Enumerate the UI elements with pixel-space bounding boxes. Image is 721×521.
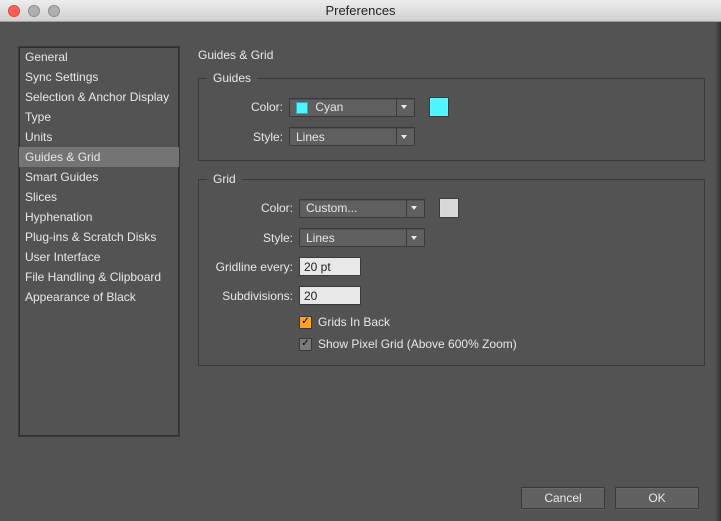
guides-color-value: Cyan [315,100,343,114]
sidebar-item[interactable]: Plug-ins & Scratch Disks [19,227,179,247]
grid-style-value: Lines [306,231,335,245]
close-window-button[interactable] [8,5,20,17]
guides-style-select[interactable]: Lines [289,127,415,146]
show-pixel-grid-label: Show Pixel Grid (Above 600% Zoom) [318,337,517,351]
preferences-sidebar: GeneralSync SettingsSelection & Anchor D… [18,46,180,437]
window-title: Preferences [325,3,395,18]
sidebar-item[interactable]: Slices [19,187,179,207]
guides-color-label: Color: [213,100,289,114]
guides-color-select[interactable]: Cyan [289,98,415,117]
sidebar-item[interactable]: General [19,47,179,67]
chevron-down-icon [406,200,420,217]
grids-in-back-checkbox[interactable]: ✓ [299,316,312,329]
dialog-footer: Cancel OK [0,475,721,521]
sidebar-item[interactable]: Hyphenation [19,207,179,227]
minimize-window-button [28,5,40,17]
chevron-down-icon [406,229,420,246]
guides-legend: Guides [207,71,257,85]
window-controls [8,5,60,17]
grid-color-select[interactable]: Custom... [299,199,425,218]
guides-group: Guides Color: Cyan Style [198,78,705,161]
subdivisions-input[interactable] [299,286,361,305]
grid-color-value: Custom... [306,201,357,215]
sidebar-item[interactable]: Guides & Grid [19,147,179,167]
preferences-panel: Guides & Grid Guides Color: Cyan [198,46,705,467]
grid-legend: Grid [207,172,242,186]
panel-title: Guides & Grid [198,48,705,62]
chevron-down-icon [396,99,410,116]
grid-style-select[interactable]: Lines [299,228,425,247]
guides-color-swatch[interactable] [429,97,449,117]
sidebar-item[interactable]: Units [19,127,179,147]
sidebar-item[interactable]: Type [19,107,179,127]
grids-in-back-label: Grids In Back [318,315,390,329]
grid-group: Grid Color: Custom... Style: Lines [198,179,705,366]
ok-button[interactable]: OK [615,487,699,509]
sidebar-item[interactable]: User Interface [19,247,179,267]
guides-style-label: Style: [213,130,289,144]
zoom-window-button [48,5,60,17]
show-pixel-grid-checkbox[interactable]: ✓ [299,338,312,351]
grid-style-label: Style: [213,231,299,245]
gridline-every-input[interactable] [299,257,361,276]
chevron-down-icon [396,128,410,145]
grid-color-label: Color: [213,201,299,215]
sidebar-item[interactable]: Sync Settings [19,67,179,87]
titlebar: Preferences [0,0,721,22]
subdivisions-label: Subdivisions: [213,289,299,303]
cancel-button[interactable]: Cancel [521,487,605,509]
guides-color-inline-swatch [296,102,308,114]
sidebar-item[interactable]: File Handling & Clipboard [19,267,179,287]
guides-style-value: Lines [296,130,325,144]
sidebar-item[interactable]: Appearance of Black [19,287,179,307]
gridline-every-label: Gridline every: [213,260,299,274]
sidebar-item[interactable]: Smart Guides [19,167,179,187]
grid-color-swatch[interactable] [439,198,459,218]
sidebar-item[interactable]: Selection & Anchor Display [19,87,179,107]
